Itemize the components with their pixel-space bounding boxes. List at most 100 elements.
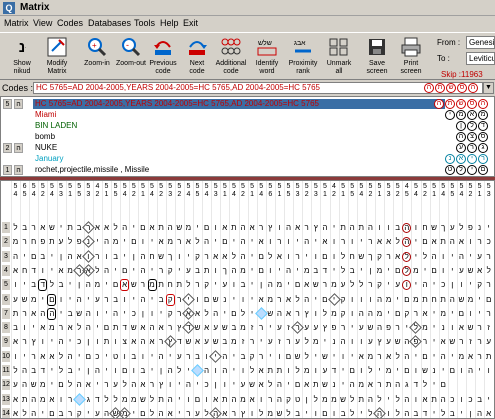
matrix-letter[interactable]: ו bbox=[166, 379, 175, 390]
matrix-letter[interactable]: ז bbox=[484, 322, 493, 333]
matrix-letter[interactable]: ש bbox=[293, 351, 302, 362]
matrix-letter[interactable]: ם bbox=[47, 408, 56, 418]
matrix-letter[interactable]: ת bbox=[175, 279, 184, 290]
matrix-letter[interactable]: ע bbox=[11, 294, 20, 305]
matrix-letter[interactable]: ת bbox=[484, 351, 493, 362]
matrix-letter[interactable]: ו bbox=[275, 351, 284, 362]
matrix-letter[interactable]: א bbox=[11, 408, 20, 418]
matrix-letter[interactable]: ו bbox=[348, 336, 357, 347]
menu-view[interactable]: View bbox=[33, 18, 52, 28]
matrix-letter[interactable]: נ bbox=[439, 322, 448, 333]
matrix-letter[interactable]: ש bbox=[184, 336, 193, 347]
matrix-letter[interactable]: י bbox=[102, 279, 111, 290]
matrix-letter[interactable]: י bbox=[393, 294, 402, 305]
matrix-letter[interactable]: ו bbox=[93, 308, 102, 319]
matrix-letter[interactable]: י bbox=[175, 265, 184, 276]
matrix-letter[interactable]: פ bbox=[384, 322, 393, 333]
matrix-letter[interactable]: ה bbox=[20, 365, 29, 376]
matrix-letter[interactable]: ע bbox=[202, 336, 211, 347]
menu-databases[interactable]: Databases bbox=[88, 18, 131, 28]
matrix-letter[interactable]: י bbox=[47, 251, 56, 262]
matrix-letter[interactable]: ו bbox=[466, 308, 475, 319]
matrix-letter[interactable]: ה bbox=[129, 379, 138, 390]
matrix-letter[interactable]: ה bbox=[457, 251, 466, 262]
matrix-letter[interactable]: ר bbox=[339, 322, 348, 333]
matrix-letter[interactable]: ר bbox=[257, 351, 266, 362]
to-select[interactable]: Leviticus bbox=[466, 52, 495, 65]
matrix-letter[interactable]: ם bbox=[293, 279, 302, 290]
matrix-letter[interactable]: י bbox=[475, 308, 484, 319]
matrix-letter[interactable]: מ bbox=[439, 308, 448, 319]
matrix-letter[interactable]: ה bbox=[38, 308, 47, 319]
matrix-letter[interactable]: י bbox=[84, 408, 93, 418]
matrix-letter[interactable]: ה bbox=[11, 251, 20, 262]
matrix-letter[interactable]: ב bbox=[29, 279, 38, 290]
matrix-letter[interactable]: ו bbox=[257, 394, 266, 405]
matrix-letter[interactable]: ח bbox=[148, 251, 157, 262]
matrix-letter[interactable]: ר bbox=[484, 308, 493, 319]
matrix-letter[interactable]: ד bbox=[421, 408, 430, 418]
matrix-letter[interactable]: ם bbox=[348, 365, 357, 376]
matrix-letter[interactable]: ם bbox=[457, 308, 466, 319]
matrix-letter[interactable]: ע bbox=[275, 322, 284, 333]
matrix-letter[interactable]: ו bbox=[38, 336, 47, 347]
matrix-letter[interactable]: י bbox=[102, 308, 111, 319]
matrix-letter[interactable]: א bbox=[284, 294, 293, 305]
matrix-letter[interactable]: י bbox=[320, 336, 329, 347]
matrix-letter[interactable]: ש bbox=[339, 394, 348, 405]
matrix-letter[interactable]: י bbox=[120, 251, 129, 262]
matrix-letter[interactable]: י bbox=[448, 351, 457, 362]
matrix-letter[interactable]: י bbox=[148, 236, 157, 247]
menu-matrix[interactable]: Matrix bbox=[4, 18, 29, 28]
matrix-letter[interactable]: ל bbox=[266, 251, 275, 262]
menu-exit[interactable]: Exit bbox=[183, 18, 198, 28]
matrix-letter[interactable]: ר bbox=[257, 322, 266, 333]
matrix-letter[interactable]: י bbox=[93, 322, 102, 333]
matrix-letter[interactable]: א bbox=[220, 222, 229, 233]
matrix-letter[interactable]: ש bbox=[366, 322, 375, 333]
matrix-letter[interactable]: ה bbox=[357, 308, 366, 319]
matrix-letter[interactable]: ש bbox=[129, 279, 138, 290]
matrix-letter[interactable]: ש bbox=[430, 222, 439, 233]
matrix-letter[interactable]: י bbox=[275, 265, 284, 276]
matrix-letter[interactable]: ב bbox=[29, 365, 38, 376]
matrix-letter[interactable]: ו bbox=[138, 351, 147, 362]
matrix-letter[interactable]: ה bbox=[439, 351, 448, 362]
matrix-letter[interactable]: י bbox=[311, 236, 320, 247]
matrix-letter[interactable]: מ bbox=[330, 279, 339, 290]
matrix-letter[interactable]: י bbox=[475, 365, 484, 376]
matrix-letter[interactable]: ת bbox=[430, 394, 439, 405]
matrix-letter[interactable]: י bbox=[339, 365, 348, 376]
matrix-letter[interactable]: ל bbox=[148, 394, 157, 405]
matrix-letter[interactable]: ו bbox=[211, 365, 220, 376]
matrix-letter[interactable]: ע bbox=[448, 222, 457, 233]
matrix-letter[interactable]: י bbox=[175, 394, 184, 405]
matrix-letter[interactable]: ש bbox=[75, 308, 84, 319]
matrix-letter[interactable]: מ bbox=[266, 294, 275, 305]
matrix-letter[interactable]: ם bbox=[84, 351, 93, 362]
term-row[interactable]: January bbox=[33, 154, 445, 164]
matrix-letter[interactable]: ר bbox=[275, 294, 284, 305]
matrix-letter[interactable]: י bbox=[248, 251, 257, 262]
matrix-letter[interactable]: ם bbox=[439, 379, 448, 390]
matrix-letter[interactable]: ו bbox=[311, 408, 320, 418]
matrix-letter[interactable]: ו bbox=[411, 365, 420, 376]
matrix-letter[interactable]: ע bbox=[57, 236, 66, 247]
matrix-letter[interactable]: ץ bbox=[29, 336, 38, 347]
matrix-letter[interactable]: ם bbox=[138, 222, 147, 233]
matrix-letter[interactable]: ם bbox=[220, 236, 229, 247]
matrix-letter[interactable]: ב bbox=[66, 365, 75, 376]
matrix-letter[interactable]: ר bbox=[475, 336, 484, 347]
term-row[interactable]: Miami bbox=[33, 110, 445, 120]
matrix-letter[interactable]: ע bbox=[311, 322, 320, 333]
matrix-letter[interactable]: א bbox=[257, 236, 266, 247]
matrix-letter[interactable]: א bbox=[38, 351, 47, 362]
matrix-letter[interactable]: י bbox=[430, 351, 439, 362]
matrix-letter[interactable]: ל bbox=[239, 308, 248, 319]
matrix-letter[interactable]: א bbox=[138, 379, 147, 390]
matrix-letter[interactable]: ע bbox=[184, 265, 193, 276]
toolbar-button-identify-word[interactable]: שלש Identify word bbox=[250, 35, 284, 79]
matrix-letter[interactable]: ב bbox=[339, 408, 348, 418]
matrix-letter[interactable]: ב bbox=[20, 222, 29, 233]
matrix-letter[interactable]: א bbox=[129, 336, 138, 347]
